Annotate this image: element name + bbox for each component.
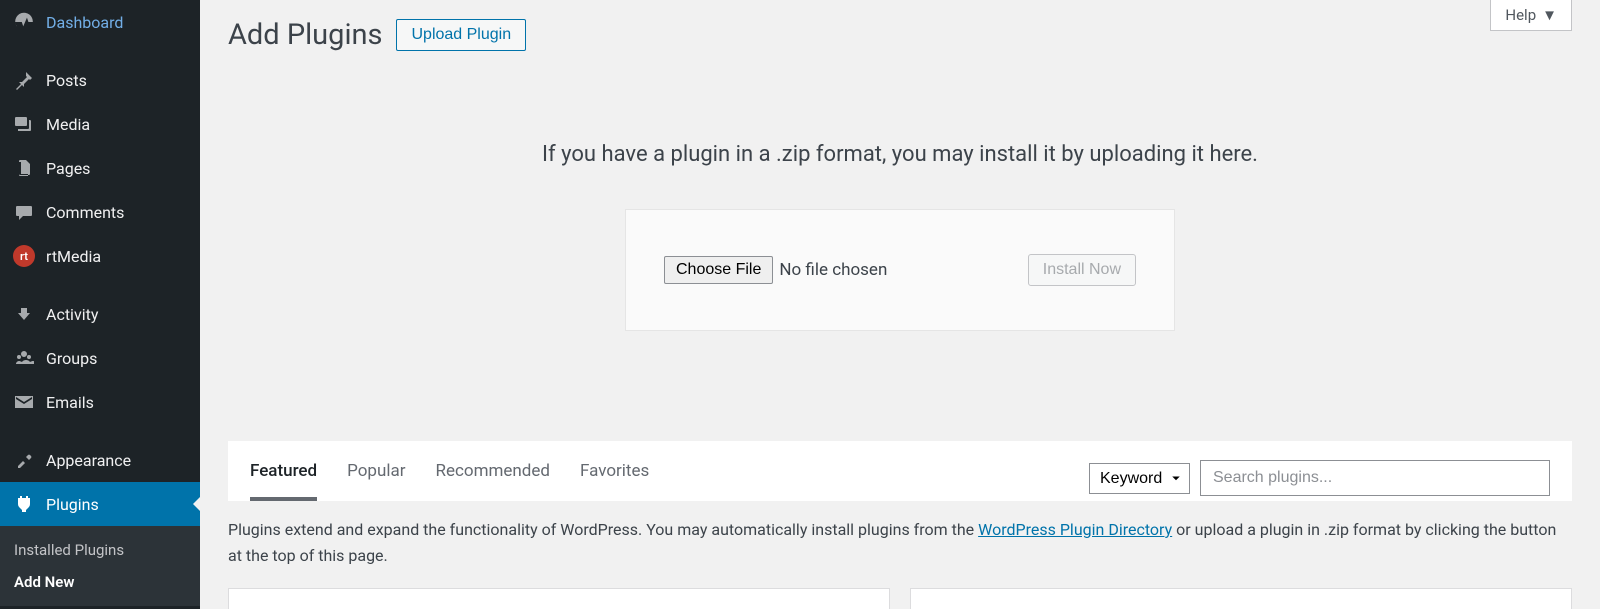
sidebar-item-label: Appearance [46,451,131,470]
sidebar-item-plugins[interactable]: Plugins [0,482,200,526]
emails-icon [12,390,36,414]
dashboard-icon [12,10,36,34]
rtmedia-icon: rt [12,244,36,268]
sidebar-item-label: Posts [46,71,87,90]
sidebar-item-rtmedia[interactable]: rt rtMedia [0,234,200,278]
help-label: Help [1505,6,1536,24]
sidebar-item-emails[interactable]: Emails [0,380,200,424]
sidebar-item-label: Activity [46,305,98,324]
upload-section: If you have a plugin in a .zip format, y… [228,142,1572,331]
comments-icon [12,200,36,224]
sidebar-item-label: Dashboard [46,13,123,32]
plugin-card [910,588,1572,609]
upload-instructions: If you have a plugin in a .zip format, y… [228,142,1572,167]
appearance-icon [12,448,36,472]
search-plugins-input[interactable] [1200,460,1550,496]
admin-sidebar: Dashboard Posts Media Pages Comments rt … [0,0,200,609]
sidebar-item-posts[interactable]: Posts [0,58,200,102]
plugins-icon [12,492,36,516]
file-status-text: No file chosen [779,260,887,280]
media-icon [12,112,36,136]
filter-bar: Featured Popular Recommended Favorites K… [228,441,1572,501]
pages-icon [12,156,36,180]
sidebar-item-label: Media [46,115,90,134]
page-title: Add Plugins [228,18,382,52]
chevron-down-icon: ▼ [1542,6,1557,24]
plugin-cards-row [228,588,1572,609]
sidebar-item-pages[interactable]: Pages [0,146,200,190]
search-type-select[interactable]: Keyword [1089,463,1190,494]
plugin-directory-link[interactable]: WordPress Plugin Directory [978,520,1172,539]
submenu-add-new[interactable]: Add New [0,566,200,598]
tab-recommended[interactable]: Recommended [436,455,551,501]
sidebar-item-groups[interactable]: Groups [0,336,200,380]
plugins-description: Plugins extend and expand the functional… [228,517,1572,568]
sidebar-item-label: Emails [46,393,94,412]
pin-icon [12,68,36,92]
help-tab[interactable]: Help ▼ [1490,0,1572,31]
upload-plugin-button[interactable]: Upload Plugin [396,19,526,51]
sidebar-item-label: Comments [46,203,124,222]
sidebar-item-media[interactable]: Media [0,102,200,146]
sidebar-item-dashboard[interactable]: Dashboard [0,0,200,44]
install-now-button[interactable]: Install Now [1028,254,1136,286]
page-header: Add Plugins Upload Plugin [228,18,1572,52]
sidebar-item-label: rtMedia [46,247,101,266]
main-content: Help ▼ Add Plugins Upload Plugin If you … [200,0,1600,609]
sidebar-item-label: Plugins [46,495,99,514]
sidebar-item-label: Groups [46,349,97,368]
sidebar-item-label: Pages [46,159,90,178]
tab-favorites[interactable]: Favorites [580,455,649,501]
sidebar-item-appearance[interactable]: Appearance [0,438,200,482]
sidebar-item-activity[interactable]: Activity [0,292,200,336]
submenu-installed-plugins[interactable]: Installed Plugins [0,534,200,566]
groups-icon [12,346,36,370]
choose-file-button[interactable]: Choose File [664,256,773,284]
tab-popular[interactable]: Popular [347,455,405,501]
sidebar-item-comments[interactable]: Comments [0,190,200,234]
activity-icon [12,302,36,326]
tab-featured[interactable]: Featured [250,455,317,501]
plugin-card [228,588,890,609]
file-picker: Choose File No file chosen [664,256,887,284]
upload-form: Choose File No file chosen Install Now [625,209,1175,331]
search-controls: Keyword [1089,460,1550,496]
filter-tabs: Featured Popular Recommended Favorites [250,455,649,501]
plugins-submenu: Installed Plugins Add New [0,526,200,606]
